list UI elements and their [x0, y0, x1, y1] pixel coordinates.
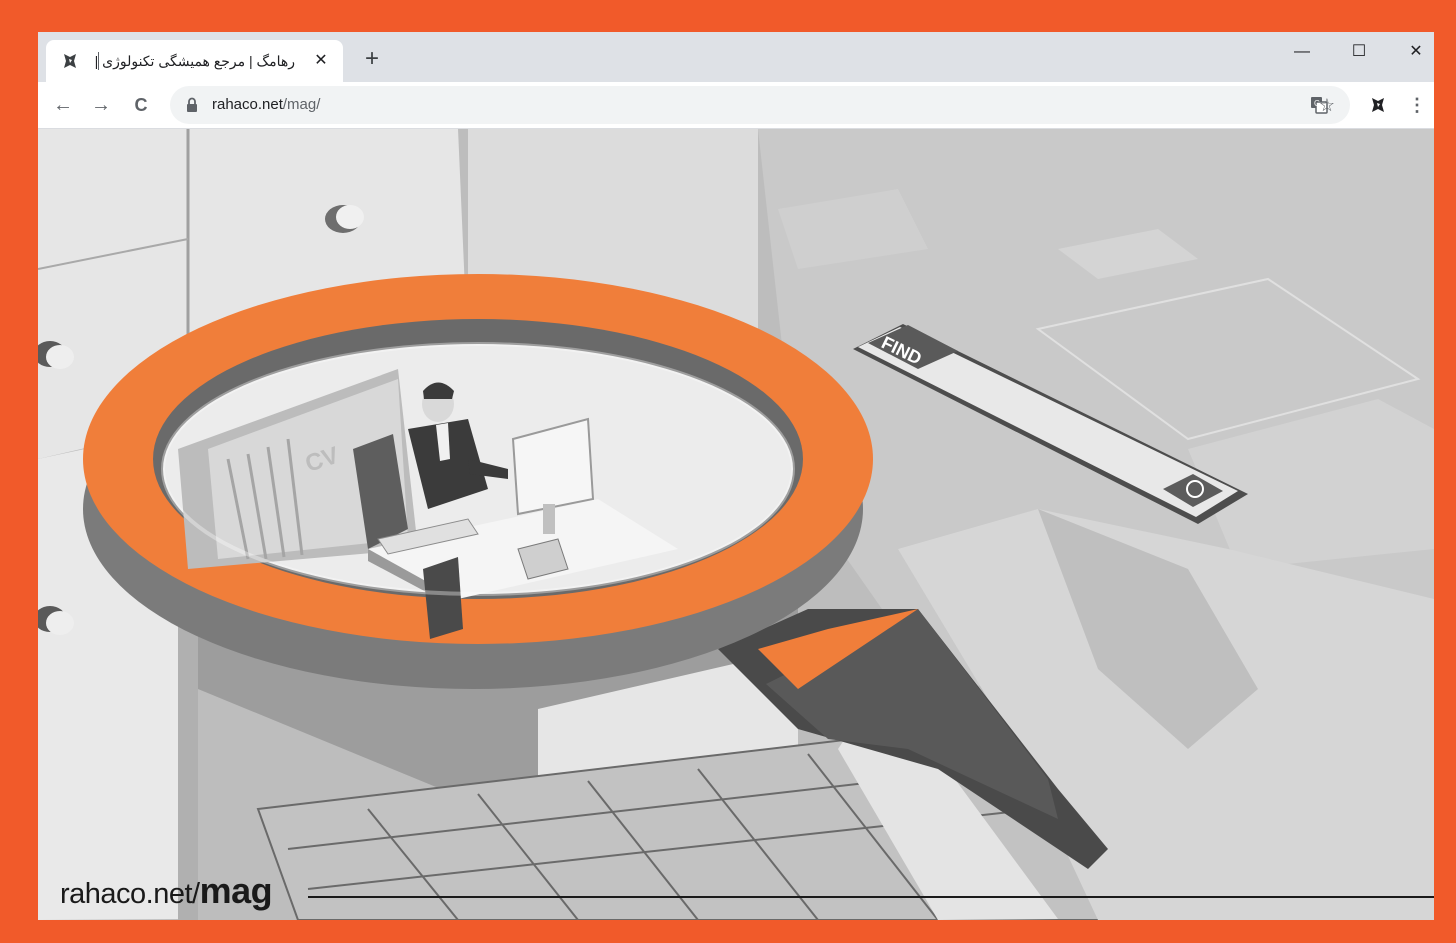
lock-icon — [186, 97, 198, 113]
caption-prefix: rahaco.net/ — [60, 878, 200, 910]
browser-toolbar: ← → C rahaco.net/mag/ G ☆ ⋮ — [38, 82, 1434, 129]
tab-active[interactable]: رهامگ | مرجع همیشگی تکنولوژی | ✕ — [46, 40, 343, 82]
back-button[interactable]: ← — [48, 90, 78, 120]
maximize-button[interactable]: ☐ — [1342, 40, 1376, 64]
url-host: rahaco.net — [212, 96, 283, 113]
tab-title: رهامگ | مرجع همیشگی تکنولوژی | — [94, 53, 295, 69]
close-window-button[interactable]: ✕ — [1399, 40, 1433, 64]
tab-close-icon[interactable]: ✕ — [309, 49, 333, 73]
url-path: /mag/ — [282, 96, 321, 113]
reload-button[interactable]: C — [126, 90, 156, 120]
url-text: rahaco.net/mag/ — [212, 96, 320, 113]
menu-button[interactable]: ⋮ — [1402, 90, 1432, 120]
new-tab-button[interactable]: + — [358, 46, 386, 74]
caption-rule — [308, 896, 1434, 898]
hero-illustration: FIND CV — [38, 129, 1434, 920]
browser-window: رهامگ | مرجع همیشگی تکنولوژی | ✕ + — ☐ ✕… — [38, 32, 1434, 920]
tab-strip: رهامگ | مرجع همیشگی تکنولوژی | ✕ + — ☐ ✕ — [38, 32, 1434, 82]
minimize-button[interactable]: — — [1285, 40, 1319, 64]
forward-button[interactable]: → — [86, 90, 116, 120]
page-hero-illustration: FIND CV — [38, 129, 1434, 920]
rahaco-extension-icon[interactable] — [1363, 90, 1393, 120]
site-caption: rahaco.net/mag — [60, 870, 273, 912]
bookmark-star-icon[interactable]: ☆ — [1312, 90, 1342, 120]
rahaco-logo-icon — [60, 51, 80, 71]
address-bar[interactable]: rahaco.net/mag/ G — [170, 86, 1350, 124]
caption-emphasis: mag — [199, 870, 273, 911]
